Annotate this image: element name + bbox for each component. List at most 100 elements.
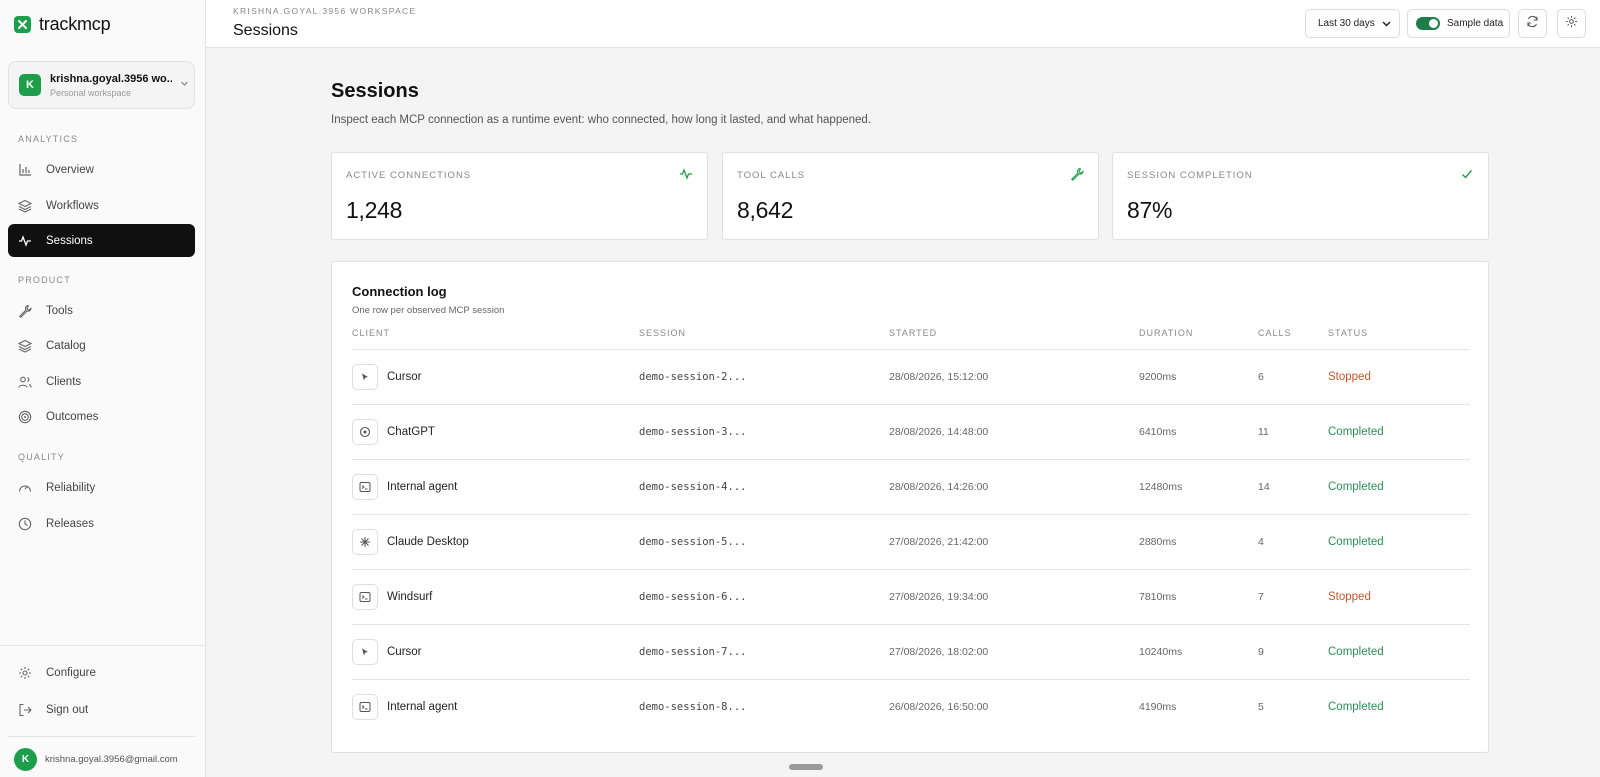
client-name: ChatGPT — [387, 426, 435, 438]
refresh-icon — [1526, 15, 1539, 33]
brand[interactable]: trackmcp — [14, 14, 111, 35]
brand-name: trackmcp — [39, 14, 111, 34]
scroll-handle[interactable] — [789, 764, 823, 770]
workspace-switcher[interactable]: K krishna.goyal.3956 wo... Personal work… — [8, 61, 195, 109]
workspace-subtitle: Personal workspace — [50, 87, 132, 98]
refresh-button[interactable] — [1518, 9, 1547, 38]
chevron-down-icon — [1382, 19, 1391, 30]
table-row[interactable]: Windsurf demo-session-6... 27/08/2026, 1… — [352, 570, 1470, 625]
duration: 7810ms — [1139, 591, 1177, 603]
calls: 6 — [1258, 371, 1264, 383]
logout-icon — [18, 703, 32, 717]
date-range-value: Last 30 days — [1318, 18, 1375, 29]
nav-section-product: PRODUCT — [18, 275, 71, 285]
session-id: demo-session-5... — [639, 536, 747, 548]
table-row[interactable]: Cursor demo-session-7... 27/08/2026, 18:… — [352, 625, 1470, 680]
started-at: 27/08/2026, 21:42:00 — [889, 536, 989, 548]
sidebar-item-label: Reliability — [46, 481, 96, 494]
sidebar-item-tools[interactable]: Tools — [8, 294, 195, 327]
sidebar-item-configure[interactable]: Configure — [8, 656, 195, 689]
cursor-icon — [352, 364, 378, 390]
avatar: K — [14, 748, 37, 771]
sidebar-item-sessions[interactable]: Sessions — [8, 224, 195, 257]
connection-log: Connection log One row per observed MCP … — [331, 261, 1489, 753]
client-name: Cursor — [387, 646, 422, 658]
sidebar-item-label: Sign out — [46, 703, 89, 716]
client-name: Internal agent — [387, 481, 458, 493]
session-id: demo-session-7... — [639, 646, 747, 658]
started-at: 26/08/2026, 16:50:00 — [889, 701, 989, 713]
sidebar-divider — [8, 736, 195, 737]
settings-button[interactable] — [1557, 9, 1586, 38]
calls: 9 — [1258, 646, 1264, 658]
status-badge: Stopped — [1328, 591, 1371, 603]
client-name: Claude Desktop — [387, 536, 469, 548]
calls: 5 — [1258, 701, 1264, 713]
user-profile[interactable]: K krishna.goyal.3956@gmail.com — [14, 748, 178, 771]
stat-label: TOOL CALLS — [737, 170, 806, 181]
table-row[interactable]: Claude Desktop demo-session-5... 27/08/2… — [352, 515, 1470, 570]
column-header-session: SESSION — [639, 328, 687, 338]
column-header-started: STARTED — [889, 328, 938, 338]
sidebar-item-catalog[interactable]: Catalog — [8, 329, 195, 362]
layers-icon — [18, 339, 32, 353]
started-at: 27/08/2026, 18:02:00 — [889, 646, 989, 658]
status-badge: Completed — [1328, 481, 1384, 493]
status-badge: Stopped — [1328, 371, 1371, 383]
stat-value: 87% — [1127, 197, 1173, 223]
sidebar-item-workflows[interactable]: Workflows — [8, 189, 195, 222]
sidebar-item-sign-out[interactable]: Sign out — [8, 693, 195, 726]
started-at: 27/08/2026, 19:34:00 — [889, 591, 989, 603]
stat-value: 1,248 — [346, 197, 403, 223]
table-row[interactable]: Internal agent demo-session-8... 26/08/2… — [352, 680, 1470, 735]
terminal-icon — [352, 474, 378, 500]
client-cell: Internal agent — [352, 680, 457, 734]
workspace-label: KRISHNA.GOYAL.3956 WORKSPACE — [233, 6, 417, 16]
session-id: demo-session-2... — [639, 371, 747, 383]
wrench-icon — [18, 304, 32, 318]
sidebar-item-label: Configure — [46, 666, 96, 679]
client-cell: Cursor — [352, 625, 422, 679]
sidebar-item-label: Workflows — [46, 199, 99, 212]
sidebar-item-reliability[interactable]: Reliability — [8, 471, 195, 504]
table-row[interactable]: ChatGPT demo-session-3... 28/08/2026, 14… — [352, 405, 1470, 460]
client-cell: Cursor — [352, 350, 422, 404]
sidebar-item-label: Catalog — [46, 339, 86, 352]
sidebar-item-label: Clients — [46, 375, 82, 388]
connection-log-subtitle: One row per observed MCP session — [352, 305, 505, 316]
stat-label: SESSION COMPLETION — [1127, 170, 1253, 181]
date-range-select[interactable]: Last 30 days — [1305, 9, 1400, 38]
toggle-switch[interactable] — [1416, 17, 1440, 30]
connection-log-title: Connection log — [352, 284, 447, 299]
sidebar-item-label: Overview — [46, 163, 94, 176]
stat-card-session-completion: SESSION COMPLETION 87% — [1112, 152, 1489, 240]
page-subtitle: Inspect each MCP connection as a runtime… — [331, 114, 871, 126]
workspace-name: krishna.goyal.3956 wo... — [50, 72, 172, 85]
started-at: 28/08/2026, 14:48:00 — [889, 426, 989, 438]
activity-icon — [679, 167, 693, 186]
sidebar-item-clients[interactable]: Clients — [8, 365, 195, 398]
sidebar-item-releases[interactable]: Releases — [8, 507, 195, 540]
stat-card-tool-calls: TOOL CALLS 8,642 — [722, 152, 1099, 240]
calls: 14 — [1258, 481, 1270, 493]
sample-data-toggle[interactable]: Sample data — [1407, 9, 1510, 38]
sidebar-item-label: Outcomes — [46, 410, 99, 423]
sidebar-item-overview[interactable]: Overview — [8, 153, 195, 186]
duration: 2880ms — [1139, 536, 1177, 548]
sidebar-item-outcomes[interactable]: Outcomes — [8, 400, 195, 433]
target-icon — [18, 410, 32, 424]
client-cell: Claude Desktop — [352, 515, 469, 569]
layers-icon — [18, 199, 32, 213]
chevron-down-icon — [180, 79, 189, 91]
page-title: Sessions — [233, 22, 298, 39]
table-row[interactable]: Cursor demo-session-2... 28/08/2026, 15:… — [352, 350, 1470, 405]
client-name: Internal agent — [387, 701, 458, 713]
sparkle-icon — [352, 529, 378, 555]
user-email: krishna.goyal.3956@gmail.com — [45, 754, 178, 765]
client-cell: Internal agent — [352, 460, 457, 514]
sidebar: trackmcp K krishna.goyal.3956 wo... Pers… — [0, 0, 206, 777]
duration: 9200ms — [1139, 371, 1177, 383]
duration: 12480ms — [1139, 481, 1183, 493]
table-row[interactable]: Internal agent demo-session-4... 28/08/2… — [352, 460, 1470, 515]
gauge-icon — [18, 481, 32, 495]
